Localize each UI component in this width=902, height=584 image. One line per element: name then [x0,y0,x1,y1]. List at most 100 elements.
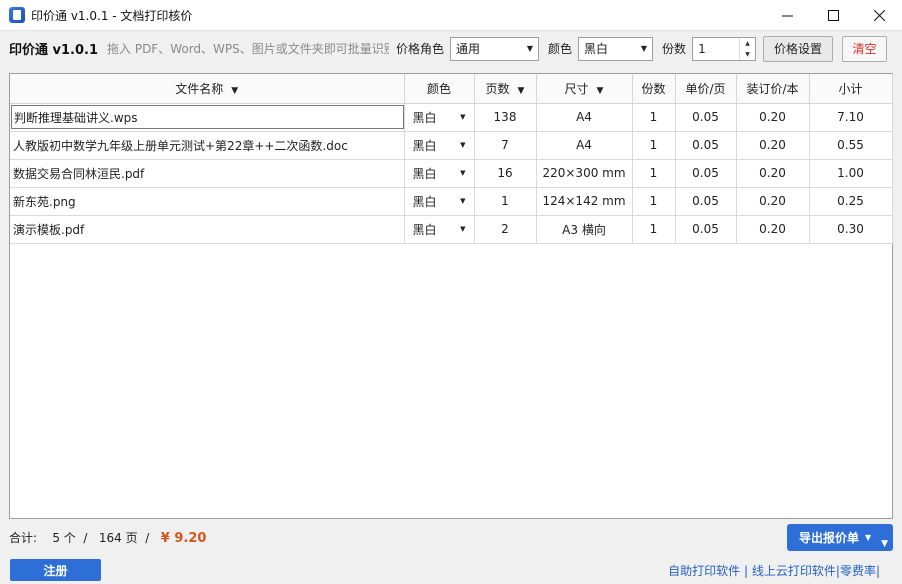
binding-price-cell[interactable]: 0.20 [736,159,810,188]
binding-price-cell[interactable]: 0.20 [736,215,810,244]
unit-price-cell[interactable]: 0.05 [675,103,737,132]
copies-value: 1 [698,41,706,56]
pages-cell[interactable]: 2 [474,215,537,244]
chevron-down-icon: ▼ [460,225,466,233]
self-print-link[interactable]: 自助打印软件 [668,564,740,578]
chevron-down-icon: ▼ [460,169,466,177]
file-name-cell[interactable]: 新东苑.png [10,187,405,216]
stepper-up-icon[interactable]: ▲ [740,38,755,49]
unit-price-cell[interactable]: 0.05 [675,159,737,188]
size-cell[interactable]: 220×300 mm [536,159,633,188]
table-row[interactable]: 人教版初中数学九年级上册单元测试+第22章++二次函数.doc 黑白 ▼ 7 A4… [10,131,893,160]
color-cell[interactable]: 黑白 ▼ [404,187,475,216]
total-price: ¥ 9.20 [160,531,207,546]
color-cell[interactable]: 黑白 ▼ [404,103,475,132]
zero-fee-link[interactable]: 零费率 [840,564,876,578]
file-name-cell[interactable]: 人教版初中数学九年级上册单元测试+第22章++二次函数.doc [10,131,405,160]
copies-stepper[interactable]: 1 ▲ ▼ [692,36,757,61]
separator: / [83,531,88,545]
pages-cell[interactable]: 138 [474,103,537,132]
header-binding-price[interactable]: 装订价/本 [736,74,810,104]
color-cell[interactable]: 黑白 ▼ [404,159,475,188]
binding-price-cell[interactable]: 0.20 [736,103,810,132]
app-icon [9,7,25,23]
size-cell[interactable]: A4 [536,103,633,132]
file-name-cell[interactable]: 数据交易合同林洹民.pdf [10,159,405,188]
header-pages[interactable]: 页数 ▼ [474,74,537,104]
clear-button[interactable]: 清空 [842,35,888,62]
sort-icon: ▼ [596,85,604,96]
link-separator: | [744,564,752,578]
maximize-button[interactable] [810,0,856,31]
header-file-name[interactable]: 文件名称 ▼ [10,74,405,104]
pages-cell[interactable]: 7 [474,131,537,160]
pages-cell[interactable]: 1 [474,187,537,216]
size-cell[interactable]: A4 [536,131,633,160]
binding-price-cell[interactable]: 0.20 [736,131,810,160]
price-role-label: 价格角色 [396,42,445,56]
unit-price-cell[interactable]: 0.05 [675,131,737,160]
header-unit-price[interactable]: 单价/页 [675,74,737,104]
export-quote-button[interactable]: 导出报价单 ▼ ▼ [787,524,893,551]
color-cell[interactable]: 黑白 ▼ [404,215,475,244]
summary-text: 合计: 5 个 / 164 页 / ¥ 9.20 [9,529,206,546]
unit-price-cell[interactable]: 0.05 [675,187,737,216]
file-count: 5 个 [52,531,76,545]
price-role-select[interactable]: 通用 ▼ [450,36,540,61]
copies-cell[interactable]: 1 [632,131,676,160]
size-cell[interactable]: A3 横向 [536,215,633,244]
minimize-icon [781,15,793,17]
chevron-down-icon: ▼ [640,44,648,53]
subtotal-cell: 0.25 [809,187,893,216]
minimize-button[interactable] [764,0,810,31]
price-role-value: 通用 [456,42,481,56]
size-cell[interactable]: 124×142 mm [536,187,633,216]
cloud-print-link[interactable]: 线上云打印软件 [752,564,836,578]
table-row[interactable]: 数据交易合同林洹民.pdf 黑白 ▼ 16 220×300 mm 1 0.05 0… [10,159,893,188]
brand-title: 印价通 v1.0.1 [9,43,99,58]
table-header-row: 文件名称 ▼ 颜色 页数 ▼ 尺寸 ▼ 份数 单价/页 装订价/本 小计 [10,74,893,104]
close-button[interactable] [856,0,902,31]
register-button[interactable]: 注册 [10,559,101,581]
window-title: 印价通 v1.0.1 - 文档打印核价 [31,8,193,23]
copies-cell[interactable]: 1 [632,103,676,132]
stepper-down-icon[interactable]: ▼ [740,49,755,60]
subtotal-cell: 1.00 [809,159,893,188]
chevron-down-icon: ▼ [460,197,466,205]
header-size[interactable]: 尺寸 ▼ [536,74,633,104]
copies-cell[interactable]: 1 [632,215,676,244]
color-cell[interactable]: 黑白 ▼ [404,131,475,160]
page-count: 164 页 [98,531,138,545]
file-table: 文件名称 ▼ 颜色 页数 ▼ 尺寸 ▼ 份数 单价/页 装订价/本 小计 判断推理基础… [9,73,893,519]
pages-cell[interactable]: 16 [474,159,537,188]
toolbar: 印价通 v1.0.1 拖入 PDF、Word、WPS、图片或文件夹即可批量识别 … [0,31,902,66]
color-label: 颜色 [548,42,573,56]
header-subtotal[interactable]: 小计 [809,74,893,104]
chevron-down-icon: ▼ [460,113,466,121]
selected-cell: 判断推理基础讲义.wps [11,105,403,129]
summary-bar: 合计: 5 个 / 164 页 / ¥ 9.20 导出报价单 ▼ ▼ [0,519,902,556]
copies-cell[interactable]: 1 [632,159,676,188]
header-copies[interactable]: 份数 [632,74,676,104]
price-settings-button[interactable]: 价格设置 [763,35,834,62]
header-color[interactable]: 颜色 [404,74,475,104]
sort-icon: ▼ [517,85,525,96]
binding-price-cell[interactable]: 0.20 [736,187,810,216]
file-name-cell[interactable]: 判断推理基础讲义.wps [10,103,405,132]
file-name-cell[interactable]: 演示模板.pdf [10,215,405,244]
dropdown-corner-icon[interactable]: ▼ [881,539,888,549]
status-bar: 注册 自助打印软件 | 线上云打印软件|零费率| [0,556,902,584]
table-row[interactable]: 新东苑.png 黑白 ▼ 1 124×142 mm 1 0.05 0.20 0.2… [10,187,893,216]
color-select[interactable]: 黑白 ▼ [578,36,654,61]
table-row[interactable]: 演示模板.pdf 黑白 ▼ 2 A3 横向 1 0.05 0.20 0.30 [10,215,893,244]
sort-icon: ▼ [231,85,239,96]
unit-price-cell[interactable]: 0.05 [675,215,737,244]
file-grid: 文件名称 ▼ 颜色 页数 ▼ 尺寸 ▼ 份数 单价/页 装订价/本 小计 判断推理基础… [10,74,893,244]
copies-label: 份数 [662,42,687,56]
stepper-arrows: ▲ ▼ [739,37,755,60]
close-icon [873,10,885,21]
title-bar: 印价通 v1.0.1 - 文档打印核价 [0,0,902,31]
table-row[interactable]: 判断推理基础讲义.wps 黑白 ▼ 138 A4 1 0.05 0.20 7.10 [10,103,893,132]
copies-cell[interactable]: 1 [632,187,676,216]
export-quote-label: 导出报价单 [799,531,860,545]
